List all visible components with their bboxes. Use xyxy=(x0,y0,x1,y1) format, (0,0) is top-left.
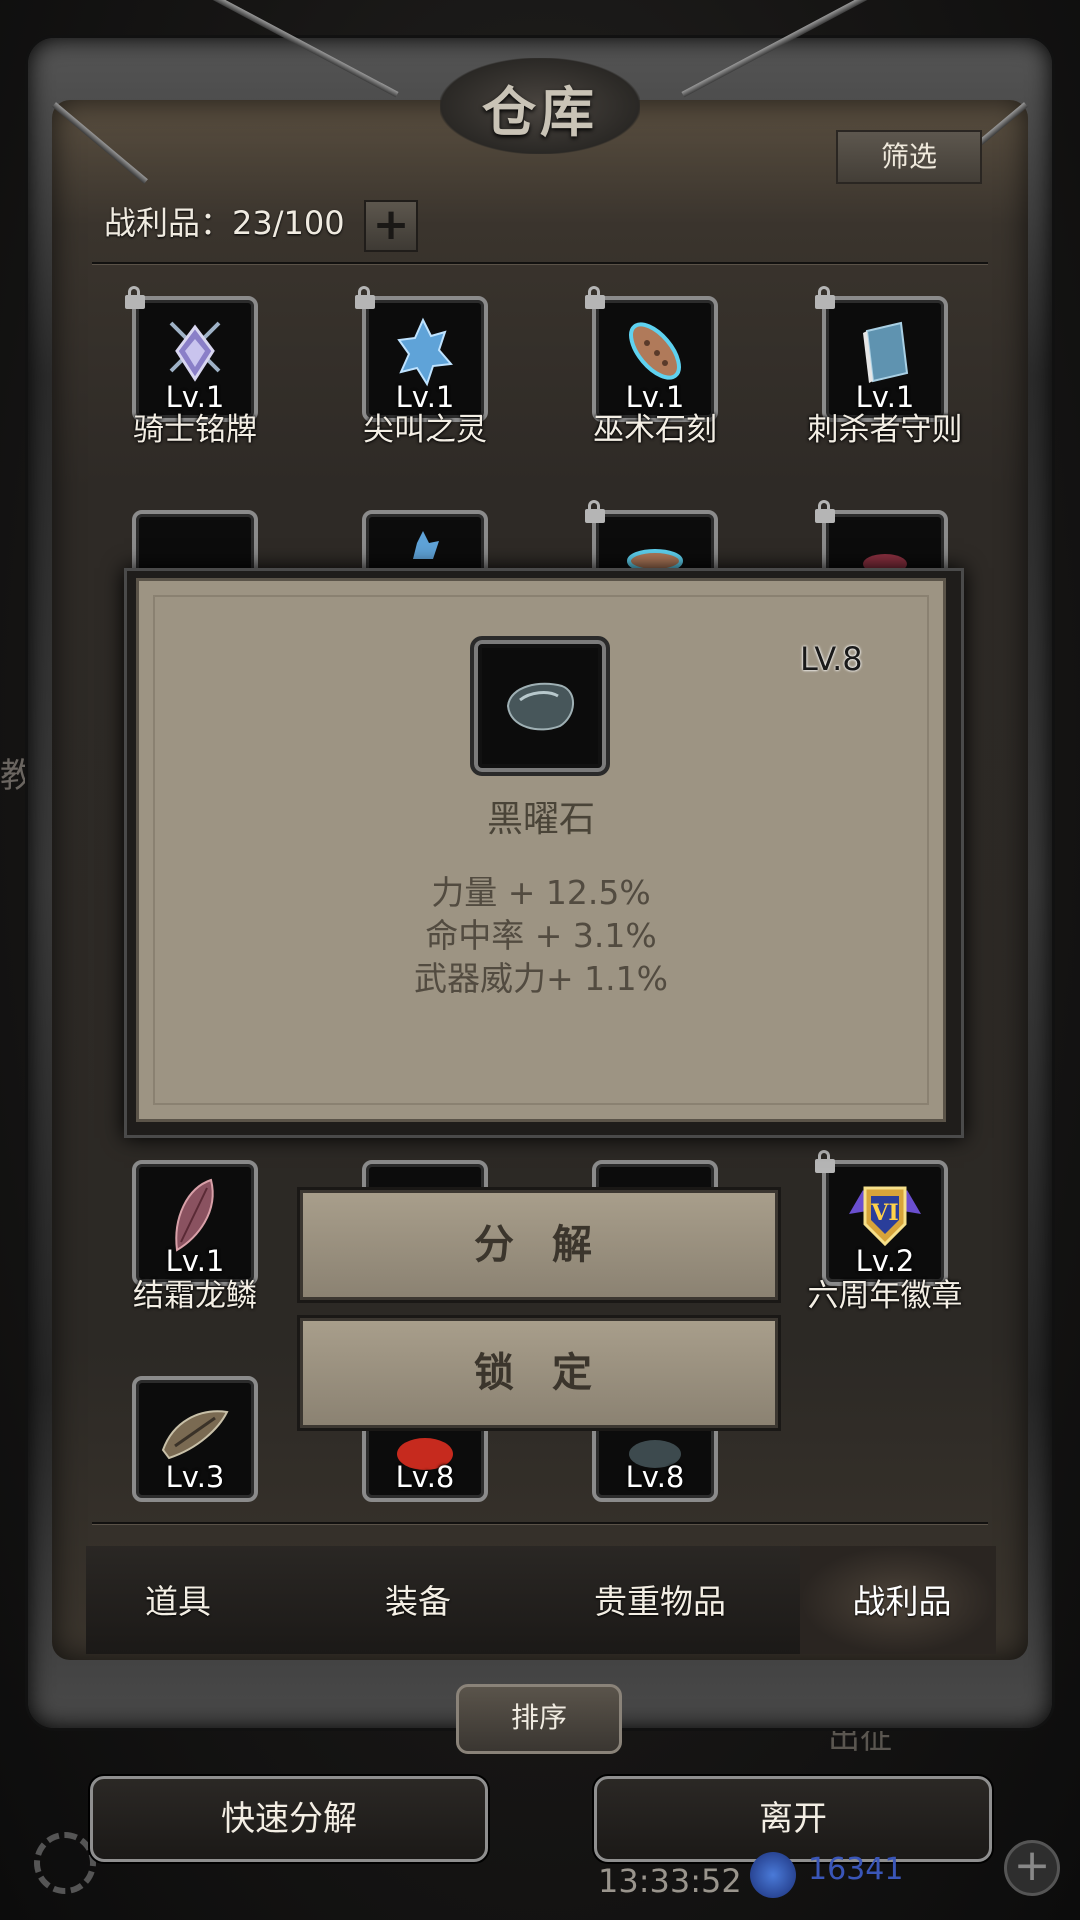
plus-icon: + xyxy=(372,199,410,250)
item-name: 刺杀者守则 xyxy=(807,412,963,448)
divider xyxy=(92,262,988,264)
knight-emblem-icon xyxy=(169,321,221,382)
lock-icon xyxy=(814,500,836,524)
popup-stat: 力量 + 12.5% xyxy=(431,873,651,912)
filter-button[interactable]: 筛选 xyxy=(836,130,982,184)
inventory-count: 战利品：23/100 xyxy=(104,204,345,242)
currency-icon xyxy=(750,1852,796,1898)
svg-text:VI: VI xyxy=(870,1200,898,1226)
tab-items[interactable]: 道具 xyxy=(68,1575,288,1623)
currency-amount: 16341 xyxy=(808,1852,904,1887)
item-name: 六周年徽章 xyxy=(807,1278,963,1314)
lock-icon xyxy=(124,286,146,310)
rune-stone-icon xyxy=(629,322,681,380)
tab-equipment[interactable]: 装备 xyxy=(308,1575,528,1623)
quick-decompose-button[interactable]: 快速分解 xyxy=(90,1776,488,1862)
lock-icon xyxy=(584,286,606,310)
plus-icon[interactable]: + xyxy=(1004,1840,1060,1896)
dragon-scale-icon xyxy=(863,554,907,569)
clock: 13:33:52 xyxy=(598,1862,742,1900)
item-level: Lv.8 xyxy=(625,1460,685,1494)
tab-valuables[interactable]: 贵重物品 xyxy=(550,1575,770,1623)
dragon-scale-icon xyxy=(175,1178,214,1252)
item-name: 结霜龙鳞 xyxy=(133,1278,257,1314)
lock-icon xyxy=(354,286,376,310)
leave-button[interactable]: 离开 xyxy=(594,1776,992,1862)
item-name: 骑士铭牌 xyxy=(133,412,257,448)
book-icon xyxy=(863,321,909,383)
lock-icon xyxy=(584,500,606,524)
expand-capacity-button[interactable]: + xyxy=(364,200,418,252)
gear-icon[interactable] xyxy=(34,1832,96,1894)
divider xyxy=(92,1522,988,1524)
item-level: Lv.3 xyxy=(165,1460,225,1494)
item-slot[interactable]: Lv.3 xyxy=(132,1376,258,1502)
item-name: 尖叫之灵 xyxy=(363,412,487,448)
sort-button[interactable]: 排序 xyxy=(456,1684,622,1754)
tab-loot[interactable]: 战利品 xyxy=(792,1575,1012,1623)
popup-stat: 命中率 + 3.1% xyxy=(425,916,657,955)
item-level: Lv.8 xyxy=(395,1460,455,1494)
obsidian-icon xyxy=(506,682,574,731)
popup-item-level: LV.8 xyxy=(800,640,863,678)
lock-icon xyxy=(814,286,836,310)
spirit-crystal-icon xyxy=(413,531,439,560)
spirit-crystal-icon xyxy=(397,317,453,387)
iron-shard-icon xyxy=(161,1410,229,1460)
item-slot[interactable]: VI Lv.2 xyxy=(815,1150,948,1286)
popup-item-slot xyxy=(470,636,610,776)
decompose-button[interactable]: 分 解 xyxy=(300,1190,778,1300)
lock-icon xyxy=(814,1150,836,1174)
item-name: 巫术石刻 xyxy=(593,412,717,448)
page-title: 仓库 xyxy=(482,80,598,144)
popup-stat: 武器威力+ 1.1% xyxy=(414,959,668,998)
popup-item-name: 黑曜石 xyxy=(486,799,595,840)
item-slot[interactable]: Lv.1 xyxy=(132,1160,258,1286)
rune-stone-icon xyxy=(627,549,683,572)
lock-button[interactable]: 锁 定 xyxy=(300,1318,778,1428)
